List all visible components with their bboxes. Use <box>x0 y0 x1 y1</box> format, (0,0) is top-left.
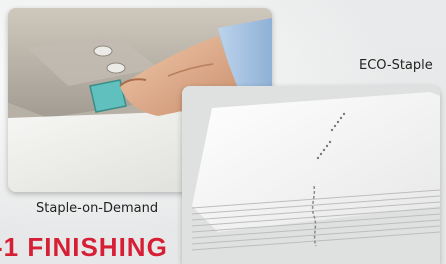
eco-staple-illustration <box>182 86 440 264</box>
finishing-headline: -1 FINISHING <box>0 232 168 262</box>
staple-on-demand-caption: Staple-on-Demand <box>36 201 159 216</box>
eco-staple-photo <box>182 86 440 264</box>
eco-staple-caption: ECO-Staple <box>359 58 433 73</box>
